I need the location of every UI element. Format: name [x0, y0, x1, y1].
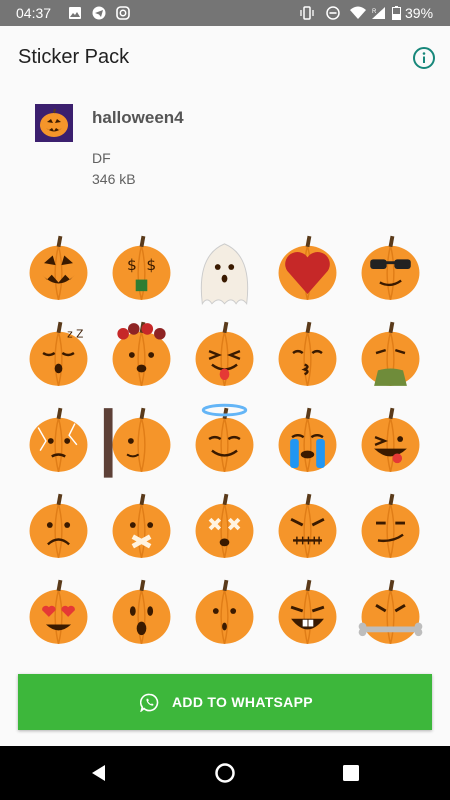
- whatsapp-icon: [140, 693, 159, 712]
- add-to-whatsapp-button[interactable]: ADD TO WHATSAPP: [18, 674, 432, 730]
- sticker-ghost[interactable]: [183, 225, 266, 311]
- sticker-bone-angry[interactable]: [349, 569, 432, 655]
- sticker-peeking-door[interactable]: [100, 397, 183, 483]
- svg-text:$: $: [146, 256, 156, 274]
- sticker-surprised[interactable]: [100, 569, 183, 655]
- app-bar: Sticker Pack: [0, 26, 450, 90]
- add-button-label: ADD TO WHATSAPP: [172, 694, 313, 710]
- pack-size: 346 kB: [92, 171, 136, 187]
- sticker-sick-vomit[interactable]: [349, 311, 432, 397]
- sticker-stitched-angry[interactable]: [266, 483, 349, 569]
- wifi-icon: [350, 6, 366, 19]
- sticker-sleeping[interactable]: z Z: [17, 311, 100, 397]
- back-icon[interactable]: [88, 762, 110, 784]
- telegram-icon: [92, 6, 106, 20]
- signal-icon: R: [372, 7, 385, 19]
- sticker-flower-crown[interactable]: [100, 311, 183, 397]
- status-time: 04:37: [16, 5, 52, 21]
- sticker-sad[interactable]: [17, 483, 100, 569]
- info-icon[interactable]: [410, 44, 438, 72]
- nav-bar: [0, 746, 450, 800]
- svg-text:$: $: [127, 256, 137, 274]
- battery-percent: 39%: [405, 5, 434, 21]
- sticker-kiss[interactable]: [266, 311, 349, 397]
- dnd-icon: [326, 6, 340, 20]
- sticker-heart-eyes[interactable]: [17, 569, 100, 655]
- pumpkin-icon: [40, 108, 68, 137]
- svg-text:z Z: z Z: [67, 328, 83, 341]
- sticker-money-eyes[interactable]: $ $: [100, 225, 183, 311]
- tray-icon: [35, 104, 73, 142]
- recents-icon[interactable]: [340, 762, 362, 784]
- sticker-x-eyes-taped[interactable]: [183, 483, 266, 569]
- sticker-cracked[interactable]: [17, 397, 100, 483]
- status-bar: 04:37 R 39%: [0, 0, 450, 26]
- pack-name: halloween4: [92, 108, 184, 127]
- sticker-grid: $ $ z Z: [17, 225, 433, 655]
- page-title: Sticker Pack: [18, 46, 130, 68]
- pack-info: halloween4 DF 346 kB: [0, 90, 450, 200]
- sticker-smirk[interactable]: [349, 483, 432, 569]
- sticker-tongue-wink[interactable]: [183, 311, 266, 397]
- sticker-jack-o-lantern[interactable]: [17, 225, 100, 311]
- sticker-sunglasses[interactable]: [349, 225, 432, 311]
- vibrate-icon: [300, 6, 314, 20]
- sticker-buck-teeth-laugh[interactable]: [266, 569, 349, 655]
- sticker-tongue-silly[interactable]: [349, 397, 432, 483]
- sticker-angel-halo[interactable]: [183, 397, 266, 483]
- svg-text:R: R: [372, 9, 377, 15]
- instagram-icon: [116, 6, 130, 20]
- home-icon[interactable]: [214, 762, 236, 784]
- sticker-mouth-taped[interactable]: [100, 483, 183, 569]
- pack-publisher: DF: [92, 150, 111, 166]
- sticker-heart[interactable]: [266, 225, 349, 311]
- sticker-neutral[interactable]: [183, 569, 266, 655]
- battery-icon: [392, 6, 401, 20]
- sticker-crying[interactable]: [266, 397, 349, 483]
- image-icon: [69, 7, 81, 19]
